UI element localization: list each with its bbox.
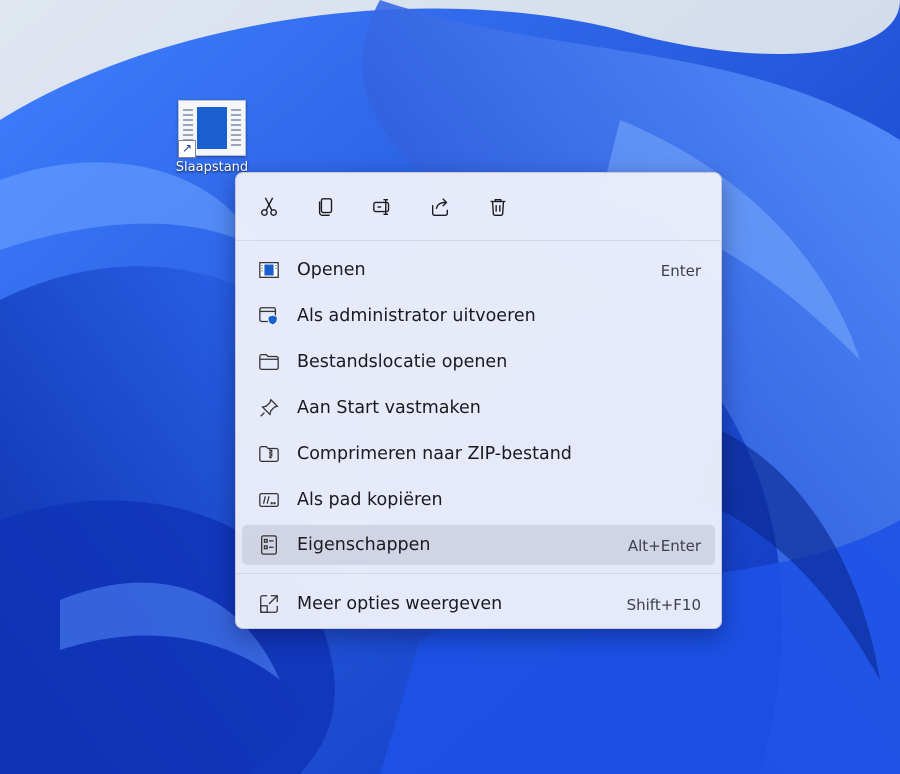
shortcut-arrow-icon: ↗ xyxy=(178,140,196,158)
menu-item-pin-to-start[interactable]: Aan Start vastmaken xyxy=(242,388,715,428)
menu-item-show-more-options[interactable]: Meer opties weergeven Shift+F10 xyxy=(242,584,715,624)
menu-item-shortcut: Alt+Enter xyxy=(627,537,701,555)
zip-folder-icon xyxy=(259,446,279,462)
menu-item-compress-zip[interactable]: Comprimeren naar ZIP-bestand xyxy=(242,434,715,474)
trash-icon xyxy=(490,198,506,216)
menu-item-label: Eigenschappen xyxy=(297,535,431,555)
menu-item-open-file-location[interactable]: Bestandslocatie openen xyxy=(242,342,715,382)
pin-icon xyxy=(260,398,279,417)
copy-path-icon xyxy=(259,492,279,508)
external-open-icon xyxy=(260,595,278,613)
menu-item-properties[interactable]: Eigenschappen Alt+Enter xyxy=(242,525,715,565)
context-menu: Openen Enter Als administrator uitvoeren… xyxy=(235,172,722,629)
copy-button[interactable] xyxy=(310,191,342,223)
delete-button[interactable] xyxy=(482,191,514,223)
menu-item-label: Bestandslocatie openen xyxy=(297,352,508,372)
menu-item-openen[interactable]: Openen Enter xyxy=(242,250,715,290)
menu-item-label: Als administrator uitvoeren xyxy=(297,306,536,326)
menu-item-label: Aan Start vastmaken xyxy=(297,398,481,418)
menu-item-label: Meer opties weergeven xyxy=(297,594,503,614)
window-icon xyxy=(259,262,279,278)
menu-item-label: Als pad kopiëren xyxy=(297,490,443,510)
properties-icon xyxy=(261,535,277,555)
share-button[interactable] xyxy=(424,191,456,223)
context-menu-toolbar xyxy=(236,173,721,241)
menu-item-copy-as-path[interactable]: Als pad kopiëren xyxy=(242,480,715,520)
menu-item-run-as-admin[interactable]: Als administrator uitvoeren xyxy=(242,296,715,336)
menu-item-shortcut: Shift+F10 xyxy=(626,596,701,614)
rename-button[interactable] xyxy=(367,191,399,223)
rename-icon xyxy=(373,198,390,216)
menu-item-shortcut: Enter xyxy=(660,262,701,280)
menu-separator xyxy=(236,573,721,574)
folder-icon xyxy=(259,354,279,370)
menu-item-label: Openen xyxy=(297,260,366,280)
share-icon xyxy=(431,198,449,216)
scissors-icon xyxy=(260,197,278,216)
shield-window-icon xyxy=(259,307,278,326)
menu-item-label: Comprimeren naar ZIP-bestand xyxy=(297,444,572,464)
cut-button[interactable] xyxy=(253,191,285,223)
toolbar-separator xyxy=(236,240,721,241)
copy-icon xyxy=(318,198,333,216)
